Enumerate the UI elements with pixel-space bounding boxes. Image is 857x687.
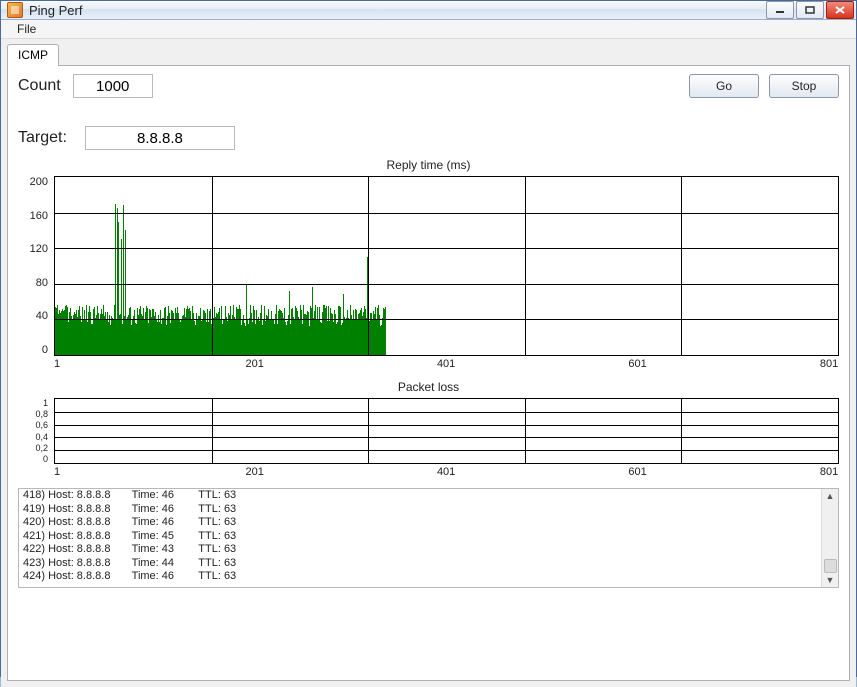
reply-x-axis: 1201401601801 xyxy=(54,358,839,370)
maximize-button[interactable] xyxy=(796,1,824,19)
window-title: Ping Perf xyxy=(29,3,82,18)
chart-title-loss: Packet loss xyxy=(18,380,839,394)
scroll-thumb[interactable] xyxy=(824,559,837,573)
log-scrollbar[interactable]: ▲ ▼ xyxy=(821,489,838,587)
reply-y-axis: 20016012080400 xyxy=(18,176,54,356)
loss-plot xyxy=(54,398,839,464)
content-area: ICMP Count Go Stop Target: Reply time (m… xyxy=(1,39,856,687)
target-input[interactable] xyxy=(85,126,235,150)
scroll-up-icon[interactable]: ▲ xyxy=(826,491,835,501)
tab-icmp[interactable]: ICMP xyxy=(7,44,59,66)
tab-panel: Count Go Stop Target: Reply time (ms) 20… xyxy=(7,65,850,681)
close-button[interactable] xyxy=(826,1,854,19)
packet-loss-chart: Packet loss 10,80,60,40,20 1201401601801 xyxy=(18,380,839,478)
reply-time-chart: Reply time (ms) 20016012080400 120140160… xyxy=(18,158,839,370)
menubar: File xyxy=(1,20,856,39)
loss-y-axis: 10,80,60,40,20 xyxy=(18,398,54,464)
chart-title-reply: Reply time (ms) xyxy=(18,158,839,172)
minimize-button[interactable] xyxy=(766,1,794,19)
titlebar[interactable]: Ping Perf xyxy=(1,1,856,20)
scroll-down-icon[interactable]: ▼ xyxy=(826,575,835,585)
stop-button[interactable]: Stop xyxy=(769,74,839,98)
app-icon xyxy=(7,2,23,18)
count-input[interactable] xyxy=(73,74,153,98)
log-lines[interactable]: 418) Host: 8.8.8.8 Time: 46 TTL: 63 419)… xyxy=(19,489,821,587)
loss-x-axis: 1201401601801 xyxy=(54,466,839,478)
go-button[interactable]: Go xyxy=(689,74,759,98)
log-box: 418) Host: 8.8.8.8 Time: 46 TTL: 63 419)… xyxy=(18,488,839,588)
count-label: Count xyxy=(18,77,61,95)
reply-plot xyxy=(54,176,839,356)
app-window: Ping Perf File ICMP Count xyxy=(0,0,857,677)
menu-file[interactable]: File xyxy=(9,20,44,38)
target-label: Target: xyxy=(18,129,67,147)
